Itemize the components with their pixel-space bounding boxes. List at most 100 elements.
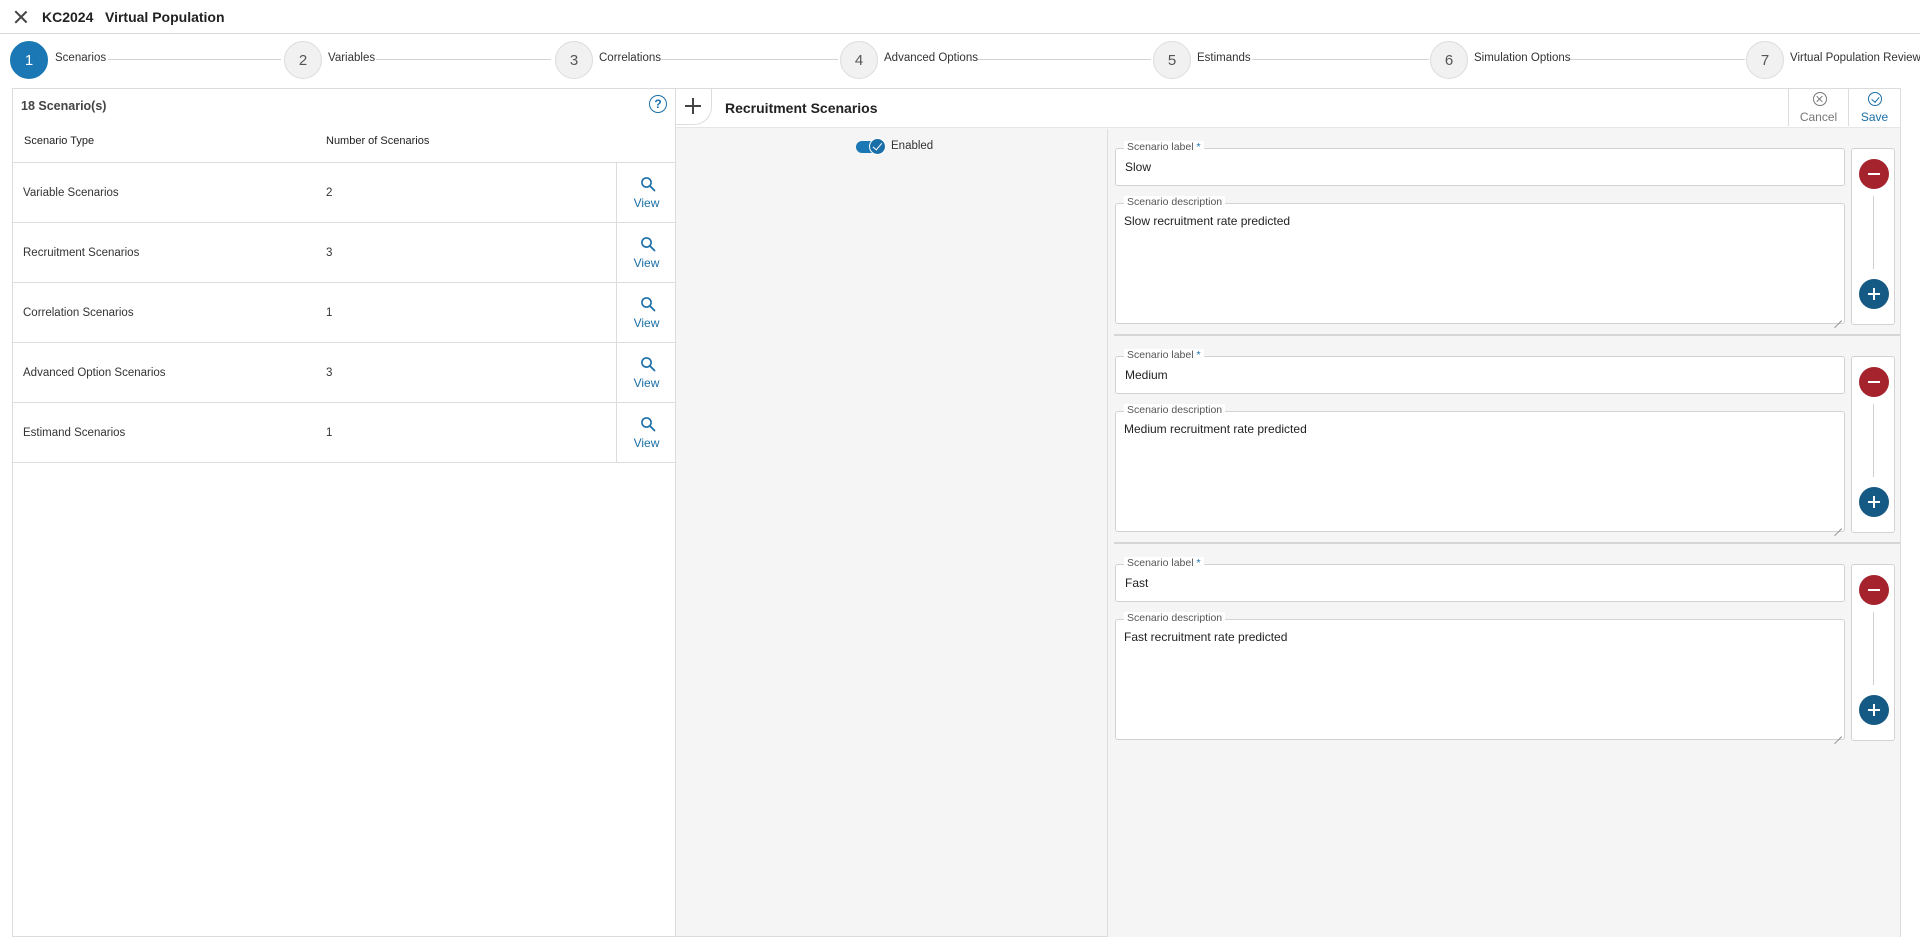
view-variable-scenarios-button[interactable]: View bbox=[618, 163, 675, 222]
scenario-label-value: Slow bbox=[1125, 160, 1152, 174]
scenario-label-value: Fast bbox=[1125, 576, 1149, 590]
scenario-label-legend: Scenario label * bbox=[1124, 141, 1204, 153]
scenario-description-value: Slow recruitment rate predicted bbox=[1124, 214, 1291, 228]
controls-connector bbox=[1873, 612, 1874, 685]
step-6-circle[interactable]: 6 bbox=[1430, 41, 1468, 79]
scenario-count-cell: 3 bbox=[326, 367, 333, 379]
scenario-label-value: Medium bbox=[1125, 368, 1168, 382]
step-1-circle[interactable]: 1 bbox=[10, 41, 48, 79]
required-marker: * bbox=[1196, 141, 1201, 153]
scenario-description-legend: Scenario description bbox=[1124, 612, 1226, 624]
scenario-group: Scenario label * Fast Scenario descripti… bbox=[1108, 545, 1900, 753]
scenario-controls bbox=[1851, 564, 1895, 741]
scenario-description-field[interactable]: Scenario description Fast recruitment ra… bbox=[1115, 612, 1845, 740]
step-connector bbox=[1567, 59, 1745, 60]
add-scenario-tab-button[interactable] bbox=[676, 89, 712, 125]
step-connector bbox=[376, 59, 551, 60]
scenario-count-cell: 1 bbox=[326, 307, 333, 319]
title-bar: KC2024 Virtual Population bbox=[0, 0, 1920, 34]
cancel-icon bbox=[1813, 92, 1827, 106]
step-4-label[interactable]: Advanced Options bbox=[884, 52, 978, 64]
add-scenario-button[interactable] bbox=[1859, 279, 1889, 309]
column-header-scenario-type: Scenario Type bbox=[24, 135, 95, 147]
scenario-controls bbox=[1851, 148, 1895, 325]
step-5-circle[interactable]: 5 bbox=[1153, 41, 1191, 79]
view-label: View bbox=[633, 316, 660, 330]
step-3-circle[interactable]: 3 bbox=[555, 41, 593, 79]
save-label: Save bbox=[1860, 110, 1889, 124]
close-icon[interactable] bbox=[12, 8, 30, 26]
scenario-description-legend: Scenario description bbox=[1124, 196, 1226, 208]
step-3-label[interactable]: Correlations bbox=[599, 52, 661, 64]
scenario-type-cell: Estimand Scenarios bbox=[23, 427, 126, 439]
scenario-label-field[interactable]: Scenario label * Slow bbox=[1115, 141, 1845, 186]
resize-handle-icon[interactable] bbox=[1834, 729, 1842, 737]
scenario-label-legend: Scenario label * bbox=[1124, 349, 1204, 361]
view-recruitment-scenarios-button[interactable]: View bbox=[618, 223, 675, 282]
view-correlation-scenarios-button[interactable]: View bbox=[618, 283, 675, 342]
view-estimand-scenarios-button[interactable]: View bbox=[618, 403, 675, 462]
scenario-description-value: Medium recruitment rate predicted bbox=[1124, 422, 1307, 436]
scenario-description-value: Fast recruitment rate predicted bbox=[1124, 630, 1288, 644]
cell-divider bbox=[616, 163, 617, 223]
required-marker: * bbox=[1196, 349, 1201, 361]
table-row: Advanced Option Scenarios 3 View bbox=[13, 343, 675, 403]
scenario-description-field[interactable]: Scenario description Slow recruitment ra… bbox=[1115, 196, 1845, 324]
step-2-label[interactable]: Variables bbox=[328, 52, 375, 64]
cancel-button[interactable]: Cancel bbox=[1788, 89, 1848, 126]
scenario-count: 18 Scenario(s) bbox=[21, 99, 107, 113]
view-label: View bbox=[633, 376, 660, 390]
controls-connector bbox=[1873, 196, 1874, 269]
scenario-count-cell: 1 bbox=[326, 427, 333, 439]
remove-scenario-button[interactable] bbox=[1859, 575, 1889, 605]
view-label: View bbox=[633, 256, 660, 270]
scenario-type-cell: Advanced Option Scenarios bbox=[23, 367, 166, 379]
resize-handle-icon[interactable] bbox=[1834, 313, 1842, 321]
add-scenario-button[interactable] bbox=[1859, 695, 1889, 725]
cell-divider bbox=[616, 403, 617, 463]
resize-handle-icon[interactable] bbox=[1834, 521, 1842, 529]
scenario-label-field[interactable]: Scenario label * Fast bbox=[1115, 557, 1845, 602]
remove-scenario-button[interactable] bbox=[1859, 367, 1889, 397]
scenario-group: Scenario label * Medium Scenario descrip… bbox=[1108, 337, 1900, 545]
help-icon[interactable]: ? bbox=[649, 95, 667, 113]
search-icon bbox=[641, 177, 656, 192]
remove-scenario-button[interactable] bbox=[1859, 159, 1889, 189]
step-1-label[interactable]: Scenarios bbox=[55, 52, 106, 64]
table-row: Recruitment Scenarios 3 View bbox=[13, 223, 675, 283]
required-marker: * bbox=[1196, 557, 1201, 569]
controls-connector bbox=[1873, 404, 1874, 477]
step-6-label[interactable]: Simulation Options bbox=[1474, 52, 1571, 64]
step-7-circle[interactable]: 7 bbox=[1746, 41, 1784, 79]
cancel-label: Cancel bbox=[1799, 110, 1838, 124]
scenario-divider bbox=[1114, 542, 1900, 544]
project-name: KC2024 bbox=[42, 9, 94, 25]
view-label: View bbox=[633, 436, 660, 450]
step-connector bbox=[108, 59, 281, 60]
table-row: Correlation Scenarios 1 View bbox=[13, 283, 675, 343]
scenario-summary-panel: 18 Scenario(s) ? Scenario Type Number of… bbox=[12, 88, 676, 937]
add-scenario-button[interactable] bbox=[1859, 487, 1889, 517]
view-label: View bbox=[633, 196, 660, 210]
scenario-description-legend: Scenario description bbox=[1124, 404, 1226, 416]
scenario-label-legend: Scenario label * bbox=[1124, 557, 1204, 569]
editor-header: Recruitment Scenarios Cancel Save bbox=[676, 89, 1900, 128]
scenario-divider bbox=[1114, 334, 1900, 336]
cell-divider bbox=[616, 283, 617, 343]
scenario-label-field[interactable]: Scenario label * Medium bbox=[1115, 349, 1845, 394]
wizard-stepper: 1 Scenarios 2 Variables 3 Correlations 4… bbox=[0, 35, 1920, 85]
view-advanced-option-scenarios-button[interactable]: View bbox=[618, 343, 675, 402]
save-button[interactable]: Save bbox=[1848, 89, 1900, 126]
enabled-toggle[interactable] bbox=[856, 138, 886, 155]
scenario-description-field[interactable]: Scenario description Medium recruitment … bbox=[1115, 404, 1845, 532]
check-icon bbox=[1868, 92, 1882, 106]
search-icon bbox=[641, 417, 656, 432]
step-2-circle[interactable]: 2 bbox=[284, 41, 322, 79]
step-connector bbox=[976, 59, 1151, 60]
step-5-label[interactable]: Estimands bbox=[1197, 52, 1251, 64]
scenario-type-cell: Variable Scenarios bbox=[23, 187, 119, 199]
step-7-label[interactable]: Virtual Population Review bbox=[1790, 52, 1920, 64]
scenario-count-cell: 3 bbox=[326, 247, 333, 259]
step-4-circle[interactable]: 4 bbox=[840, 41, 878, 79]
page-title: Virtual Population bbox=[105, 9, 225, 25]
